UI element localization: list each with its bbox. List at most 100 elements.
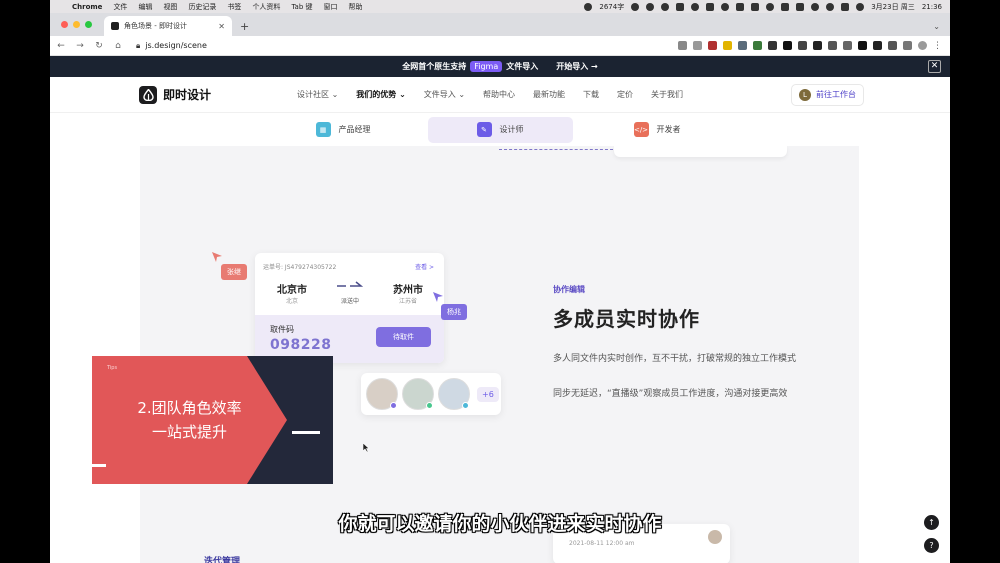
nav-item-new-features[interactable]: 最新功能 bbox=[533, 89, 565, 100]
banner-suffix: 文件导入 bbox=[506, 62, 539, 71]
tray-app-icon[interactable] bbox=[706, 2, 715, 11]
wifi-icon[interactable] bbox=[811, 2, 820, 11]
extension-icon[interactable] bbox=[798, 41, 807, 50]
sidebar-icon[interactable] bbox=[903, 41, 912, 50]
tab-title: 角色场景 - 即时设计 bbox=[124, 22, 187, 30]
control-center-icon[interactable] bbox=[841, 2, 850, 11]
extension-icon[interactable] bbox=[768, 41, 777, 50]
pending-pickup-button[interactable]: 待取件 bbox=[376, 327, 431, 347]
siri-icon[interactable] bbox=[856, 2, 865, 11]
collaborator-cursor-icon bbox=[212, 252, 222, 262]
logo-mark-icon bbox=[139, 85, 157, 104]
site-logo[interactable]: 即时设计 bbox=[139, 85, 211, 104]
search-icon[interactable] bbox=[826, 2, 835, 11]
back-icon[interactable]: ← bbox=[53, 41, 69, 51]
browser-tab-active[interactable]: 角色场景 - 即时设计 ✕ bbox=[104, 16, 232, 36]
extension-icon[interactable] bbox=[843, 41, 852, 50]
extension-icon[interactable] bbox=[723, 41, 732, 50]
menu-item-window[interactable]: 窗口 bbox=[324, 2, 338, 12]
menu-item-file[interactable]: 文件 bbox=[113, 2, 127, 12]
menu-item-profile[interactable]: 个人资料 bbox=[252, 2, 280, 12]
bookmark-star-icon[interactable] bbox=[693, 41, 702, 50]
extension-icon[interactable] bbox=[828, 41, 837, 50]
view-link[interactable]: 查看 > bbox=[415, 262, 434, 271]
microphone-icon[interactable] bbox=[631, 2, 640, 11]
more-menu-icon[interactable]: ⋮ bbox=[933, 41, 942, 51]
extension-icon[interactable] bbox=[873, 41, 882, 50]
tray-app-icon[interactable] bbox=[646, 2, 655, 11]
menu-item-view[interactable]: 视图 bbox=[163, 2, 177, 12]
extension-icon[interactable] bbox=[708, 41, 717, 50]
tray-app-icon[interactable] bbox=[751, 2, 760, 11]
profile-avatar[interactable] bbox=[918, 41, 927, 50]
top-card-fragment bbox=[614, 146, 787, 157]
go-to-workspace-button[interactable]: L 前往工作台 bbox=[791, 83, 864, 106]
extensions-puzzle-icon[interactable] bbox=[888, 41, 897, 50]
tray-app-icon[interactable] bbox=[721, 2, 730, 11]
site-favicon-icon bbox=[111, 22, 119, 30]
feature-kicker: 协作编辑 bbox=[553, 285, 585, 294]
nav-item-about[interactable]: 关于我们 bbox=[651, 89, 683, 100]
destination-city: 苏州市 bbox=[393, 285, 423, 296]
mouse-pointer-icon bbox=[363, 443, 370, 453]
menu-app-name[interactable]: Chrome bbox=[72, 3, 102, 11]
tab-product-manager[interactable]: ▦ 产品经理 bbox=[271, 117, 416, 143]
tab-developer[interactable]: </> 开发者 bbox=[585, 117, 730, 143]
menu-item-bookmarks[interactable]: 书签 bbox=[227, 2, 241, 12]
menu-item-history[interactable]: 历史记录 bbox=[188, 2, 216, 12]
extension-icon[interactable] bbox=[738, 41, 747, 50]
nav-item-file-import[interactable]: 文件导入 ⌄ bbox=[424, 89, 465, 100]
menu-item-tab[interactable]: Tab 键 bbox=[291, 2, 312, 12]
main-nav: 设计社区 ⌄ 我们的优势 ⌄ 文件导入 ⌄ 帮助中心 最新功能 下载 定价 关于… bbox=[297, 89, 701, 100]
route-arrow-icon bbox=[337, 281, 363, 287]
menubar-clock[interactable]: 21:36 bbox=[922, 3, 942, 11]
new-tab-button[interactable]: + bbox=[240, 20, 249, 33]
more-members-badge[interactable]: +6 bbox=[477, 386, 499, 402]
iteration-heading: 迭代管理 bbox=[204, 557, 241, 563]
volume-icon[interactable] bbox=[781, 2, 790, 11]
close-banner-button[interactable]: ✕ bbox=[928, 60, 941, 73]
nav-item-download[interactable]: 下载 bbox=[583, 89, 599, 100]
close-window-button[interactable] bbox=[61, 21, 68, 28]
extension-icon[interactable] bbox=[858, 41, 867, 50]
nav-item-advantages[interactable]: 我们的优势 ⌄ bbox=[356, 89, 406, 100]
tab-list-chevron-icon[interactable]: ⌄ bbox=[933, 22, 940, 31]
role-tabs: ▦ 产品经理 ✎ 设计师 </> 开发者 bbox=[50, 113, 950, 146]
overlay-bar bbox=[92, 464, 106, 467]
help-button[interactable]: ? bbox=[924, 538, 939, 553]
minimize-window-button[interactable] bbox=[73, 21, 80, 28]
wechat-icon[interactable] bbox=[661, 2, 670, 11]
lock-icon[interactable]: 🔒︎ bbox=[136, 41, 140, 51]
feature-title: 多成员实时协作 bbox=[553, 307, 700, 331]
menu-item-help[interactable]: 帮助 bbox=[349, 2, 363, 12]
battery-icon[interactable] bbox=[796, 2, 805, 11]
record-icon[interactable] bbox=[584, 2, 593, 11]
close-tab-icon[interactable]: ✕ bbox=[218, 22, 225, 31]
extension-icon[interactable] bbox=[753, 41, 762, 50]
tray-app-icon[interactable] bbox=[676, 2, 685, 11]
share-icon[interactable] bbox=[678, 41, 687, 50]
url-field[interactable]: 🔒︎ js.design/scene bbox=[136, 41, 207, 51]
tab-designer[interactable]: ✎ 设计师 bbox=[427, 116, 573, 143]
chevron-down-icon: ⌄ bbox=[458, 90, 466, 99]
delivery-status: 派送中 bbox=[341, 298, 360, 305]
chevron-down-icon: ⌄ bbox=[331, 90, 339, 99]
nav-item-pricing[interactable]: 定价 bbox=[617, 89, 633, 100]
start-import-link[interactable]: 开始导入 → bbox=[556, 61, 598, 72]
nav-item-community[interactable]: 设计社区 ⌄ bbox=[297, 89, 338, 100]
reload-icon[interactable]: ↻ bbox=[91, 41, 107, 51]
tray-app-icon[interactable] bbox=[736, 2, 745, 11]
extension-icon[interactable] bbox=[813, 41, 822, 50]
extension-icon[interactable] bbox=[783, 41, 792, 50]
tray-app-icon[interactable] bbox=[691, 2, 700, 11]
scroll-top-button[interactable]: ↑ bbox=[924, 515, 939, 530]
forward-icon[interactable]: → bbox=[72, 41, 88, 51]
menu-item-edit[interactable]: 编辑 bbox=[138, 2, 152, 12]
home-icon[interactable]: ⌂ bbox=[110, 41, 126, 51]
zoom-window-button[interactable] bbox=[85, 21, 92, 28]
tray-app-icon[interactable] bbox=[766, 2, 775, 11]
nav-item-help-center[interactable]: 帮助中心 bbox=[483, 89, 515, 100]
menubar-date[interactable]: 3月23日 周三 bbox=[871, 2, 915, 12]
role-label: 开发者 bbox=[656, 125, 681, 134]
video-subtitle: 你就可以邀请你的小伙伴进来实时协作 bbox=[338, 513, 662, 535]
